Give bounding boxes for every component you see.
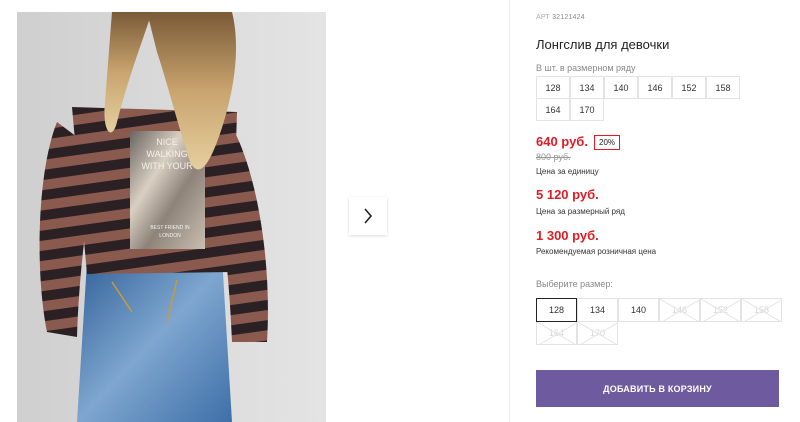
size-option[interactable]: 134: [577, 298, 618, 322]
chevron-right-icon: [364, 208, 373, 224]
unit-price: 640 руб.: [536, 134, 588, 149]
unit-price-label: Цена за единицу: [536, 167, 599, 176]
size-option[interactable]: 128: [536, 298, 577, 322]
size-option-unavailable: 146: [659, 298, 700, 322]
svg-text:WALKING: WALKING: [146, 149, 187, 159]
unavailable-cross-icon: [578, 322, 617, 344]
row-price: 5 120 руб.: [536, 187, 599, 202]
size-row-grid: 128 134 140 146 152 158 164 170: [536, 76, 740, 121]
product-photo[interactable]: NICE WALKING WITH YOUR BEST FRIEND IN LO…: [17, 12, 326, 422]
unavailable-cross-icon: [742, 299, 781, 321]
unavailable-cross-icon: [660, 299, 699, 321]
svg-text:WITH YOUR: WITH YOUR: [141, 161, 193, 171]
svg-text:BEST FRIEND IN: BEST FRIEND IN: [150, 225, 190, 231]
size-picker: 128 134 140 146 152 158 164 170: [536, 298, 782, 345]
size-row-cell: 158: [706, 76, 740, 99]
article-number: АРТ 32121424: [536, 14, 585, 21]
size-option-unavailable: 164: [536, 321, 577, 345]
size-option-unavailable: 158: [741, 298, 782, 322]
size-row-cell: 152: [672, 76, 706, 99]
retail-price: 1 300 руб.: [536, 228, 599, 243]
size-option-unavailable: 170: [577, 321, 618, 345]
old-price: 800 руб.: [536, 152, 571, 162]
discount-badge: 20%: [594, 135, 621, 150]
row-price-label: Цена за размерный ряд: [536, 207, 625, 216]
size-row-cell: 170: [570, 98, 604, 121]
size-picker-label: Выберите размер:: [536, 279, 613, 289]
size-row-cell: 164: [536, 98, 570, 121]
next-image-button[interactable]: [349, 197, 387, 235]
size-row-label: В шт. в размерном ряду: [536, 63, 636, 73]
unavailable-cross-icon: [701, 299, 740, 321]
add-to-cart-button[interactable]: ДОБАВИТЬ В КОРЗИНУ: [536, 370, 779, 407]
svg-text:NICE: NICE: [156, 137, 178, 147]
size-row-cell: 128: [536, 76, 570, 99]
retail-price-label: Рекомендуемая розничная цена: [536, 247, 657, 256]
product-gallery: NICE WALKING WITH YOUR BEST FRIEND IN LO…: [0, 0, 510, 422]
size-option-unavailable: 152: [700, 298, 741, 322]
svg-text:LONDON: LONDON: [159, 233, 181, 239]
size-row-cell: 140: [604, 76, 638, 99]
size-row-cell: 146: [638, 76, 672, 99]
unavailable-cross-icon: [537, 322, 576, 344]
size-row-cell: 134: [570, 76, 604, 99]
product-title: Лонгслив для девочки: [536, 37, 670, 52]
size-option[interactable]: 140: [618, 298, 659, 322]
